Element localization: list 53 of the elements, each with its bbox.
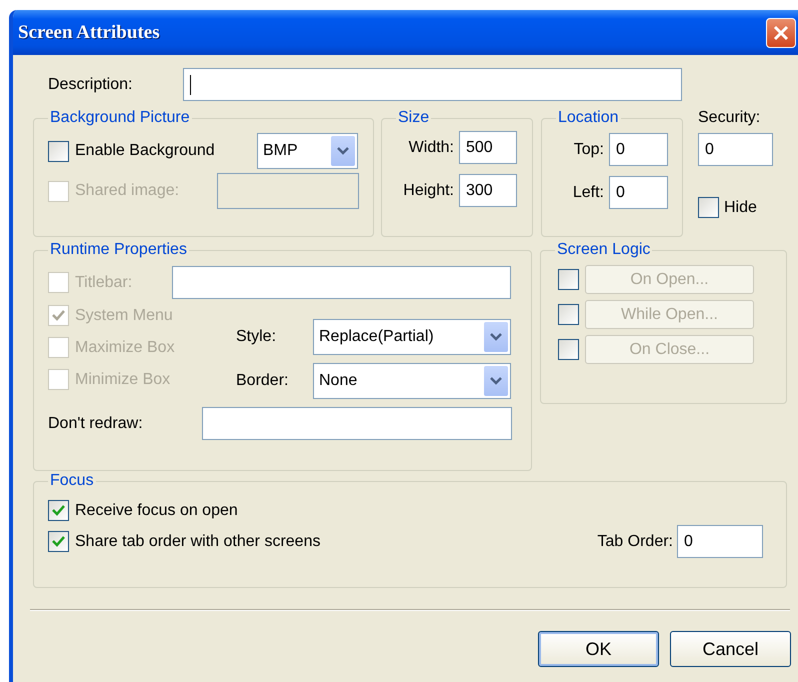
chevron-down-icon bbox=[490, 377, 502, 385]
checkbox-label: System Menu bbox=[75, 306, 173, 324]
checkbox[interactable] bbox=[698, 197, 719, 218]
dropdown[interactable]: Replace(Partial) bbox=[313, 319, 511, 355]
shared-image-field[interactable] bbox=[217, 173, 359, 209]
number-field[interactable]: 0 bbox=[609, 176, 668, 209]
checkbox-label: Receive focus on open bbox=[75, 502, 238, 520]
field-label: Width: bbox=[408, 138, 454, 156]
checkbox[interactable] bbox=[48, 531, 69, 552]
dialog-button[interactable]: Cancel bbox=[670, 631, 791, 667]
checkbox[interactable] bbox=[48, 500, 69, 521]
dropdown[interactable]: BMP bbox=[257, 133, 358, 169]
titlebar-field[interactable] bbox=[172, 266, 511, 299]
group-title: Screen Logic bbox=[556, 241, 652, 259]
security-field[interactable]: 0 bbox=[698, 133, 773, 166]
checkbox[interactable] bbox=[48, 140, 69, 162]
group-title: Location bbox=[557, 109, 620, 127]
chevron-down-icon bbox=[490, 333, 502, 341]
number-field[interactable]: 0 bbox=[609, 133, 668, 166]
checkbox-label: Minimize Box bbox=[75, 370, 170, 388]
field-label: Height: bbox=[402, 182, 454, 200]
chevron-down-icon bbox=[337, 147, 349, 155]
checkmark-icon bbox=[52, 536, 65, 547]
checkbox-label: Share tab order with other screens bbox=[75, 532, 320, 550]
checkmark-icon bbox=[52, 310, 65, 321]
tab-order-field[interactable]: 0 bbox=[677, 525, 763, 558]
number-field[interactable]: 300 bbox=[459, 174, 517, 207]
close-icon bbox=[773, 24, 789, 40]
dialog-button[interactable]: OK bbox=[538, 631, 659, 667]
group-title: Runtime Properties bbox=[49, 241, 188, 259]
field-label: Border: bbox=[236, 372, 290, 390]
group-title: Size bbox=[397, 109, 430, 127]
dont-redraw-field[interactable] bbox=[202, 407, 512, 440]
checkbox-label: Hide bbox=[724, 198, 757, 216]
close-button[interactable] bbox=[766, 18, 796, 48]
field-label: Top: bbox=[572, 140, 604, 158]
description-field[interactable] bbox=[183, 68, 682, 101]
checkbox-label: Enable Background bbox=[75, 142, 216, 160]
field-label: Left: bbox=[572, 184, 604, 202]
field-label: Tab Order: bbox=[597, 532, 673, 550]
field-label: Description: bbox=[48, 76, 134, 94]
field-label: Security: bbox=[698, 109, 762, 127]
group-title: Focus bbox=[49, 472, 95, 490]
checkbox-label: Titlebar: bbox=[75, 274, 134, 292]
checkbox-label: Maximize Box bbox=[75, 338, 175, 356]
checkmark-icon bbox=[52, 505, 65, 516]
field-label: Don't redraw: bbox=[48, 414, 144, 432]
dropdown[interactable]: None bbox=[313, 363, 511, 399]
checkbox-label: Shared image: bbox=[75, 182, 180, 200]
group-title: Background Picture bbox=[49, 109, 191, 127]
number-field[interactable]: 500 bbox=[459, 131, 517, 164]
field-label: Style: bbox=[236, 328, 278, 346]
window-title: Screen Attributes bbox=[18, 22, 160, 44]
